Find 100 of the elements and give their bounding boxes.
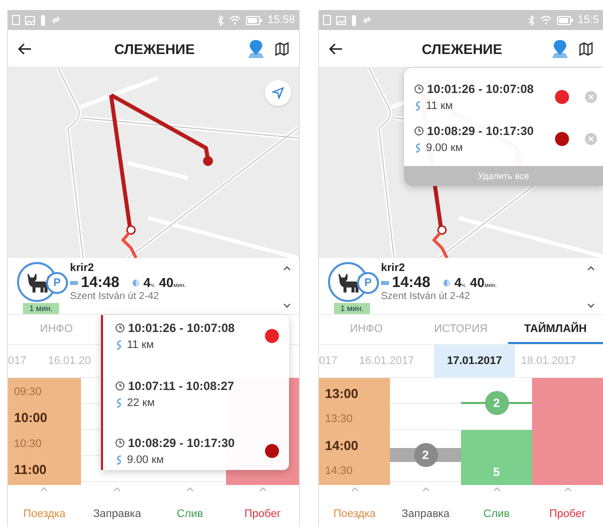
location-pin-icon[interactable] — [551, 38, 569, 58]
count-badge: 2 — [414, 443, 438, 467]
caret-up-icon — [350, 487, 358, 492]
image-icon — [25, 16, 35, 24]
route-icon — [115, 398, 123, 408]
time-label: 13:30 — [325, 413, 354, 426]
delete-all-button[interactable]: Удалить все — [404, 166, 603, 186]
clock-icon — [414, 84, 424, 94]
bluetooth-icon — [217, 14, 224, 26]
date-item[interactable]: 18.01.2017 — [515, 345, 596, 377]
date-item[interactable]: 017 — [8, 345, 42, 377]
sync-icon — [362, 15, 372, 25]
screen-title: СЛЕЖЕНИЕ — [420, 40, 504, 56]
bluetooth-icon — [528, 14, 535, 26]
caret-up-icon — [587, 266, 595, 271]
route-icon — [115, 340, 123, 350]
caret-up-icon — [492, 487, 500, 492]
caret-up-icon — [564, 487, 572, 492]
vehicle-name: krir2 — [70, 262, 95, 274]
date-item[interactable]: 16.01.2017 — [353, 345, 434, 377]
time-label: 14:00 — [325, 438, 360, 453]
key-icon — [40, 14, 46, 26]
trip-time: 10:01:26 - 10:07:08 — [427, 82, 534, 96]
caret-up-icon — [186, 487, 194, 492]
caret-up-icon — [113, 487, 122, 492]
timer-icon — [132, 278, 140, 286]
last-update-badge: 1 мин. — [23, 303, 59, 314]
wifi-icon — [540, 15, 552, 25]
close-icon — [588, 136, 594, 142]
location-pin-icon[interactable] — [247, 38, 265, 58]
category-tab[interactable]: Заправка — [390, 485, 461, 527]
trip-distance: 11 км — [426, 100, 453, 112]
drain-bar — [461, 430, 532, 485]
route-icon — [414, 101, 422, 111]
caret-down-icon — [283, 303, 291, 308]
wifi-icon — [229, 15, 242, 25]
time-label: 14:30 — [325, 464, 354, 477]
time-label: 09:30 — [14, 386, 43, 398]
status-letter: P — [357, 272, 379, 294]
category-tab[interactable]: Пробег — [226, 485, 299, 527]
speed-mark-icon — [70, 280, 78, 284]
last-time: 14:48 — [392, 274, 430, 291]
clock-icon — [414, 126, 424, 136]
category-tab[interactable]: Слив — [154, 485, 226, 527]
screen-title: СЛЕЖЕНИЕ — [113, 40, 196, 56]
count-badge: 2 — [484, 391, 508, 415]
time-label: 13:00 — [325, 386, 360, 402]
category-tab[interactable]: Поездка — [319, 485, 390, 527]
clock-icon — [115, 380, 125, 390]
category-tab[interactable]: Поездка — [8, 485, 81, 527]
key-icon — [351, 14, 357, 26]
status-letter: P — [46, 272, 68, 294]
trip-distance: 9.00 км — [127, 454, 164, 466]
caret-up-icon — [422, 487, 430, 492]
date-item[interactable]: 017 — [319, 345, 353, 377]
date-item[interactable]: 17.01.2017 — [434, 345, 515, 377]
battery-icon — [246, 16, 262, 24]
category-tab[interactable]: Заправка — [80, 485, 154, 527]
tab[interactable]: ИСТОРИЯ — [414, 315, 508, 344]
route-icon — [115, 455, 123, 465]
sim-icon — [323, 15, 331, 25]
route-icon — [414, 143, 422, 153]
vehicle-address: Szent István út 2-42 — [70, 291, 160, 302]
navigation-arrow-icon — [272, 87, 284, 99]
trip-time: 10:01:26 - 10:07:08 — [128, 321, 235, 335]
vehicle-address: Szent István út 2-42 — [381, 291, 471, 302]
date-item[interactable]: 16.01.20 — [42, 345, 123, 377]
category-tab[interactable]: Пробег — [532, 485, 603, 527]
last-time: 14:48 — [81, 274, 120, 291]
tab[interactable]: ИНФО — [319, 315, 414, 344]
caret-up-icon — [40, 487, 48, 492]
time-label: 10:00 — [14, 410, 48, 426]
caret-up-icon — [283, 266, 291, 271]
map-icon[interactable] — [275, 42, 289, 56]
trip-distance: 9.00 км — [426, 142, 463, 154]
back-arrow-icon[interactable] — [329, 42, 343, 54]
trip-distance: 22 км — [127, 396, 155, 408]
category-tab[interactable]: Слив — [461, 485, 532, 527]
tab[interactable]: ИНФО — [8, 315, 105, 344]
battery-icon — [556, 16, 573, 24]
time-label: 10:30 — [14, 438, 43, 450]
caret-up-icon — [258, 487, 267, 492]
close-icon — [588, 94, 594, 100]
count-label: 5 — [493, 465, 500, 479]
vehicle-name: krir2 — [381, 262, 406, 274]
map-icon[interactable] — [579, 42, 593, 56]
sim-icon — [12, 15, 20, 25]
trip-time: 10:08:29 - 10:17:30 — [427, 124, 534, 138]
sync-icon — [51, 15, 61, 25]
tab[interactable]: ТАЙМЛАЙН — [508, 315, 603, 344]
clock-icon — [115, 323, 125, 333]
trip-time: 10:08:29 - 10:17:30 — [128, 436, 235, 450]
timer-icon — [443, 278, 452, 286]
last-update-badge: 1 мин. — [334, 303, 370, 314]
caret-down-icon — [587, 303, 595, 308]
clock-icon — [115, 438, 125, 448]
back-arrow-icon[interactable] — [18, 42, 32, 54]
trip-distance: 11 км — [127, 339, 154, 351]
speed-mark-icon — [381, 280, 389, 284]
image-icon — [336, 16, 346, 24]
